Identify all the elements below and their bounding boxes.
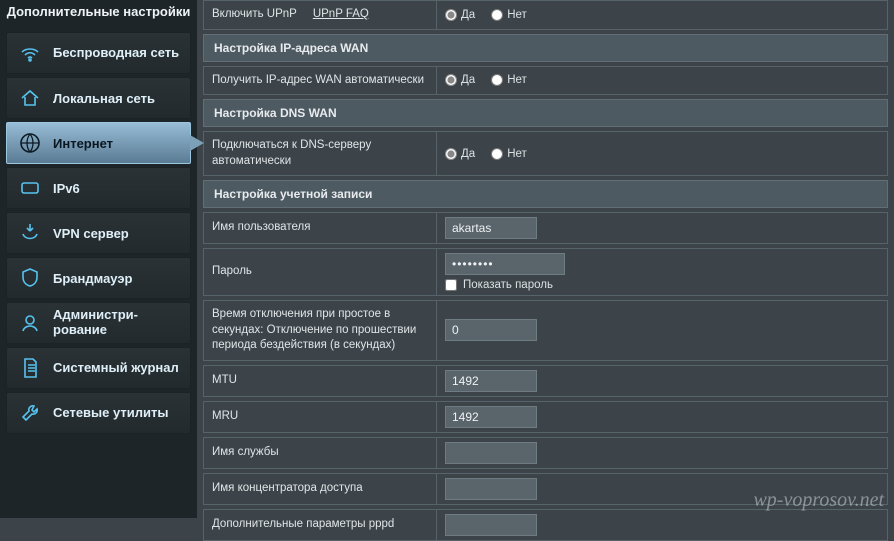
main-content: Включить UPnP UPnP FAQ Да Нет Настройка … xyxy=(197,0,894,518)
service-input[interactable] xyxy=(445,442,537,464)
upnp-yes-radio[interactable]: Да xyxy=(445,9,475,21)
wan-auto-yes-radio[interactable]: Да xyxy=(445,74,475,86)
idle-input[interactable] xyxy=(445,319,537,341)
show-password-checkbox[interactable]: Показать пароль xyxy=(445,279,565,291)
sidebar-item-ipv6[interactable]: IPv6 xyxy=(6,167,191,209)
row-idle: Время отключения при простое в секундах:… xyxy=(203,300,888,361)
sidebar-item-label: Беспроводная сеть xyxy=(53,46,179,61)
row-upnp: Включить UPnP UPnP FAQ Да Нет xyxy=(203,0,888,30)
sidebar-item-firewall[interactable]: Брандмауэр xyxy=(6,257,191,299)
row-username: Имя пользователя xyxy=(203,212,888,244)
user-icon xyxy=(17,310,43,336)
pppd-label: Дополнительные параметры pppd xyxy=(204,510,436,540)
sidebar-item-syslog[interactable]: Системный журнал xyxy=(6,347,191,389)
sidebar-item-label: VPN сервер xyxy=(53,226,129,241)
wrench-icon xyxy=(17,400,43,426)
idle-label: Время отключения при простое в секундах:… xyxy=(204,301,436,360)
wan-auto-no-radio[interactable]: Нет xyxy=(491,74,527,86)
sidebar-item-label: Брандмауэр xyxy=(53,271,132,286)
sidebar-item-internet[interactable]: Интернет xyxy=(6,122,191,164)
pppd-input[interactable] xyxy=(445,514,537,536)
row-pppd: Дополнительные параметры pppd xyxy=(203,509,888,541)
sidebar: Дополнительные настройки Беспроводная се… xyxy=(0,0,197,518)
row-dns-auto: Подключаться к DNS-серверу автоматически… xyxy=(203,131,888,176)
wifi-icon xyxy=(17,40,43,66)
house-icon xyxy=(17,85,43,111)
sidebar-item-label: Сетевые утилиты xyxy=(53,406,168,421)
row-wan-auto: Получить IP-адрес WAN автоматически Да Н… xyxy=(203,66,888,96)
dns-auto-label: Подключаться к DNS-серверу автоматически xyxy=(204,132,436,175)
mtu-label: MTU xyxy=(204,366,436,396)
row-mru: MRU xyxy=(203,401,888,433)
ac-label: Имя концентратора доступа xyxy=(204,474,436,504)
sidebar-item-label: Системный журнал xyxy=(53,361,179,376)
mtu-input[interactable] xyxy=(445,370,537,392)
username-input[interactable] xyxy=(445,217,537,239)
ipv6-icon xyxy=(17,175,43,201)
sidebar-item-wireless[interactable]: Беспроводная сеть xyxy=(6,32,191,74)
section-dns: Настройка DNS WAN xyxy=(203,99,888,127)
globe-icon xyxy=(17,130,43,156)
dns-auto-no-radio[interactable]: Нет xyxy=(491,148,527,160)
service-label: Имя службы xyxy=(204,438,436,468)
password-input[interactable] xyxy=(445,253,565,275)
document-icon xyxy=(17,355,43,381)
username-label: Имя пользователя xyxy=(204,213,436,243)
dns-auto-yes-radio[interactable]: Да xyxy=(445,148,475,160)
row-mtu: MTU xyxy=(203,365,888,397)
sidebar-item-label: Администри- рование xyxy=(53,308,138,338)
sidebar-item-admin[interactable]: Администри- рование xyxy=(6,302,191,344)
ac-input[interactable] xyxy=(445,478,537,500)
vpn-icon xyxy=(17,220,43,246)
sidebar-header: Дополнительные настройки xyxy=(6,0,191,29)
section-account: Настройка учетной записи xyxy=(203,180,888,208)
password-label: Пароль xyxy=(204,249,436,295)
upnp-enable-label: Включить UPnP UPnP FAQ xyxy=(204,1,436,29)
section-wan-ip: Настройка IP-адреса WAN xyxy=(203,34,888,62)
row-password: Пароль Показать пароль xyxy=(203,248,888,296)
row-service: Имя службы xyxy=(203,437,888,469)
sidebar-item-label: Интернет xyxy=(53,136,113,151)
upnp-no-radio[interactable]: Нет xyxy=(491,9,527,21)
shield-icon xyxy=(17,265,43,291)
sidebar-item-lan[interactable]: Локальная сеть xyxy=(6,77,191,119)
upnp-faq-link[interactable]: UPnP FAQ xyxy=(313,7,369,23)
row-ac: Имя концентратора доступа xyxy=(203,473,888,505)
sidebar-item-vpn[interactable]: VPN сервер xyxy=(6,212,191,254)
mru-input[interactable] xyxy=(445,406,537,428)
mru-label: MRU xyxy=(204,402,436,432)
sidebar-item-tools[interactable]: Сетевые утилиты xyxy=(6,392,191,434)
wan-auto-label: Получить IP-адрес WAN автоматически xyxy=(204,67,436,95)
sidebar-item-label: Локальная сеть xyxy=(53,91,155,106)
sidebar-item-label: IPv6 xyxy=(53,181,80,196)
